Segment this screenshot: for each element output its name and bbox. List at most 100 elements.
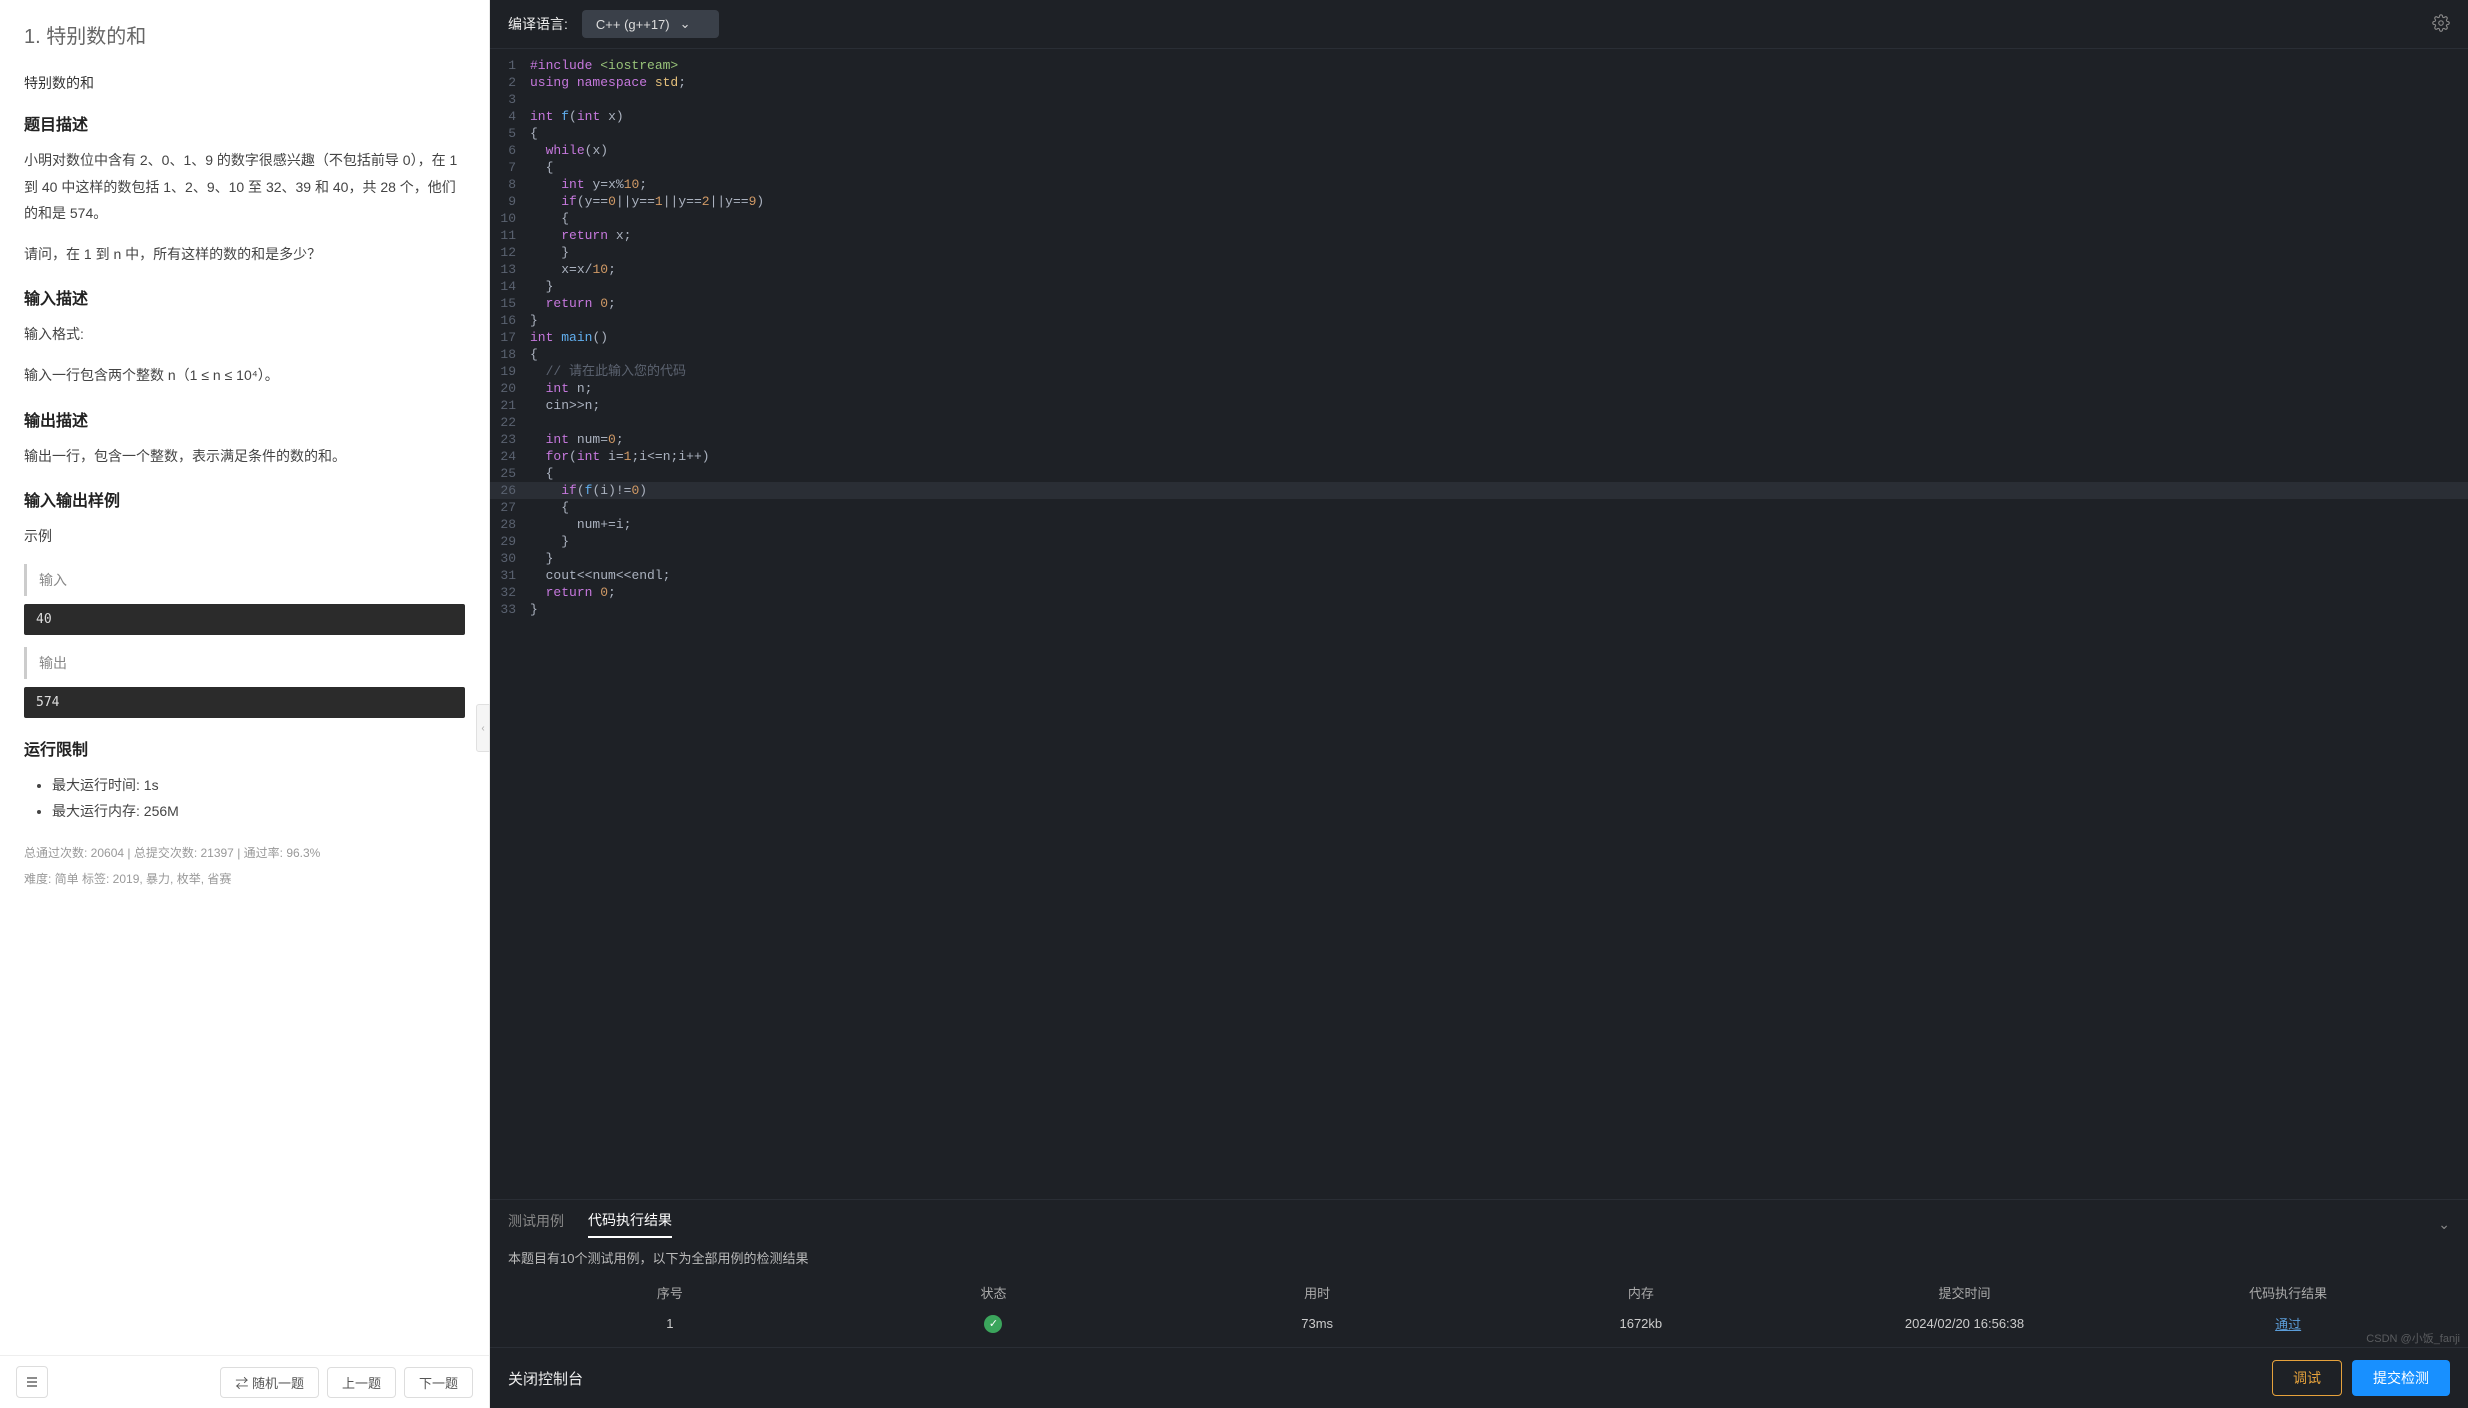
- code-line[interactable]: 31 cout<<num<<endl;: [490, 567, 2468, 584]
- code-line[interactable]: 26 if(f(i)!=0): [490, 482, 2468, 499]
- code-content[interactable]: }: [530, 533, 2468, 550]
- code-content[interactable]: }: [530, 601, 2468, 618]
- code-line[interactable]: 10 {: [490, 210, 2468, 227]
- line-number: 17: [490, 329, 530, 346]
- code-line[interactable]: 11 return x;: [490, 227, 2468, 244]
- table-cell: 2024/02/20 16:56:38: [1803, 1316, 2127, 1331]
- code-line[interactable]: 29 }: [490, 533, 2468, 550]
- code-content[interactable]: {: [530, 346, 2468, 363]
- random-button[interactable]: ⇄ 随机一题: [220, 1367, 319, 1398]
- code-content[interactable]: {: [530, 159, 2468, 176]
- code-content[interactable]: while(x): [530, 142, 2468, 159]
- language-select[interactable]: C++ (g++17) ⌄: [582, 10, 719, 38]
- limits-heading: 运行限制: [24, 736, 465, 760]
- code-line[interactable]: 2using namespace std;: [490, 74, 2468, 91]
- code-content[interactable]: {: [530, 210, 2468, 227]
- code-line[interactable]: 7 {: [490, 159, 2468, 176]
- sample-heading: 输入输出样例: [24, 487, 465, 511]
- code-line[interactable]: 13 x=x/10;: [490, 261, 2468, 278]
- line-number: 13: [490, 261, 530, 278]
- code-content[interactable]: }: [530, 244, 2468, 261]
- code-content[interactable]: {: [530, 125, 2468, 142]
- problem-scroll[interactable]: 1. 特别数的和 特别数的和 题目描述 小明对数位中含有 2、0、1、9 的数字…: [0, 0, 489, 1355]
- code-content[interactable]: cout<<num<<endl;: [530, 567, 2468, 584]
- table-header: 提交时间: [1803, 1283, 2127, 1302]
- code-content[interactable]: }: [530, 278, 2468, 295]
- code-line[interactable]: 3: [490, 91, 2468, 108]
- code-line[interactable]: 20 int n;: [490, 380, 2468, 397]
- code-line[interactable]: 19 // 请在此输入您的代码: [490, 363, 2468, 380]
- collapse-handle-icon[interactable]: ‹: [476, 704, 490, 752]
- line-number: 4: [490, 108, 530, 125]
- line-number: 7: [490, 159, 530, 176]
- code-line[interactable]: 27 {: [490, 499, 2468, 516]
- code-content[interactable]: [530, 91, 2468, 108]
- code-content[interactable]: {: [530, 465, 2468, 482]
- code-line[interactable]: 1#include <iostream>: [490, 57, 2468, 74]
- debug-button[interactable]: 调试: [2272, 1360, 2342, 1396]
- code-content[interactable]: }: [530, 550, 2468, 567]
- code-line[interactable]: 8 int y=x%10;: [490, 176, 2468, 193]
- code-line[interactable]: 16}: [490, 312, 2468, 329]
- next-button[interactable]: 下一题: [404, 1367, 473, 1398]
- code-content[interactable]: [530, 414, 2468, 431]
- code-line[interactable]: 21 cin>>n;: [490, 397, 2468, 414]
- chevron-down-icon[interactable]: ⌄: [2438, 1216, 2450, 1233]
- code-line[interactable]: 30 }: [490, 550, 2468, 567]
- prev-button[interactable]: 上一题: [327, 1367, 396, 1398]
- code-content[interactable]: x=x/10;: [530, 261, 2468, 278]
- code-content[interactable]: int num=0;: [530, 431, 2468, 448]
- code-line[interactable]: 25 {: [490, 465, 2468, 482]
- input-p1: 输入格式:: [24, 321, 465, 348]
- tab-results[interactable]: 代码执行结果: [588, 1210, 672, 1238]
- desc-heading: 题目描述: [24, 111, 465, 135]
- code-line[interactable]: 5{: [490, 125, 2468, 142]
- code-line[interactable]: 14 }: [490, 278, 2468, 295]
- code-line[interactable]: 32 return 0;: [490, 584, 2468, 601]
- desc-p2: 请问，在 1 到 n 中，所有这样的数的和是多少？: [24, 241, 465, 268]
- code-content[interactable]: using namespace std;: [530, 74, 2468, 91]
- tab-testcases[interactable]: 测试用例: [508, 1211, 564, 1237]
- sample-output-box[interactable]: 574: [24, 687, 465, 718]
- code-line[interactable]: 9 if(y==0||y==1||y==2||y==9): [490, 193, 2468, 210]
- close-console-button[interactable]: 关闭控制台: [508, 1368, 583, 1389]
- code-content[interactable]: {: [530, 499, 2468, 516]
- code-content[interactable]: for(int i=1;i<=n;i++): [530, 448, 2468, 465]
- code-line[interactable]: 18{: [490, 346, 2468, 363]
- table-header: 内存: [1479, 1283, 1803, 1302]
- code-content[interactable]: int f(int x): [530, 108, 2468, 125]
- sample-input-box[interactable]: 40: [24, 604, 465, 635]
- code-editor[interactable]: 1#include <iostream>2using namespace std…: [490, 49, 2468, 1199]
- code-line[interactable]: 23 int num=0;: [490, 431, 2468, 448]
- code-content[interactable]: int main(): [530, 329, 2468, 346]
- problem-subtitle: 特别数的和: [24, 73, 465, 93]
- code-content[interactable]: return x;: [530, 227, 2468, 244]
- bottom-bar: 关闭控制台 调试 提交检测: [490, 1347, 2468, 1408]
- code-content[interactable]: return 0;: [530, 295, 2468, 312]
- code-line[interactable]: 6 while(x): [490, 142, 2468, 159]
- code-content[interactable]: if(y==0||y==1||y==2||y==9): [530, 193, 2468, 210]
- gear-icon[interactable]: [2432, 14, 2450, 35]
- code-line[interactable]: 22: [490, 414, 2468, 431]
- code-content[interactable]: if(f(i)!=0): [530, 482, 2468, 499]
- list-icon[interactable]: [16, 1366, 48, 1398]
- code-content[interactable]: int n;: [530, 380, 2468, 397]
- code-line[interactable]: 12 }: [490, 244, 2468, 261]
- code-content[interactable]: }: [530, 312, 2468, 329]
- code-content[interactable]: #include <iostream>: [530, 57, 2468, 74]
- code-line[interactable]: 33}: [490, 601, 2468, 618]
- code-content[interactable]: num+=i;: [530, 516, 2468, 533]
- code-content[interactable]: return 0;: [530, 584, 2468, 601]
- line-number: 18: [490, 346, 530, 363]
- submit-button[interactable]: 提交检测: [2352, 1360, 2450, 1396]
- code-content[interactable]: // 请在此输入您的代码: [530, 363, 2468, 380]
- result-link[interactable]: 通过: [2126, 1314, 2450, 1333]
- code-line[interactable]: 15 return 0;: [490, 295, 2468, 312]
- line-number: 32: [490, 584, 530, 601]
- code-content[interactable]: cin>>n;: [530, 397, 2468, 414]
- code-line[interactable]: 24 for(int i=1;i<=n;i++): [490, 448, 2468, 465]
- code-line[interactable]: 17int main(): [490, 329, 2468, 346]
- code-line[interactable]: 28 num+=i;: [490, 516, 2468, 533]
- code-content[interactable]: int y=x%10;: [530, 176, 2468, 193]
- code-line[interactable]: 4int f(int x): [490, 108, 2468, 125]
